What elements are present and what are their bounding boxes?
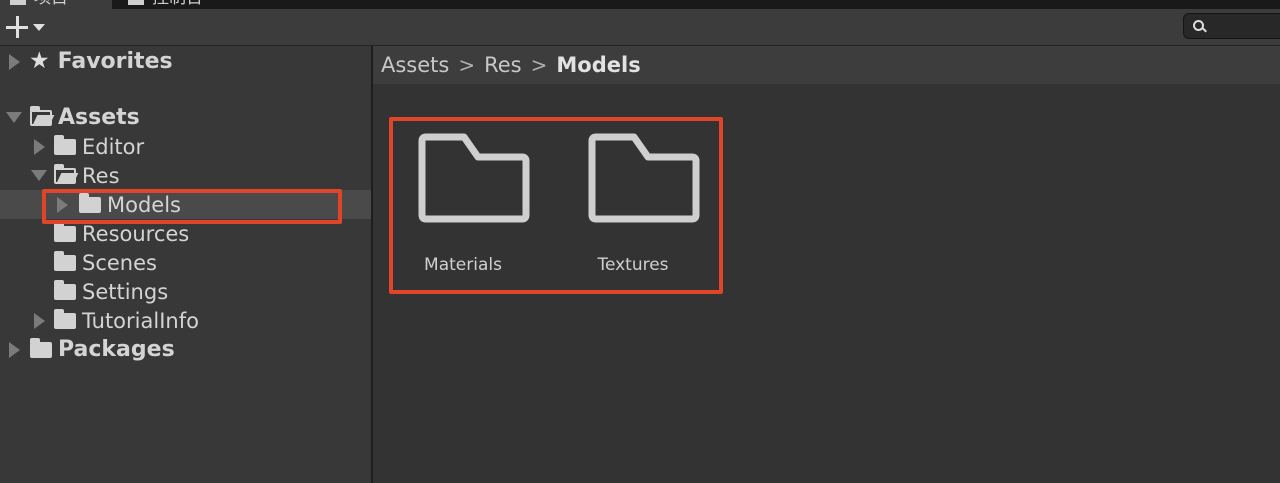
tree-item-editor[interactable]: Editor [0,132,371,161]
console-icon [128,0,144,5]
tree-item-tutorialinfo[interactable]: TutorialInfo [0,306,371,335]
tree-item-label: Packages [58,337,175,362]
tree-item-label: Scenes [82,250,157,275]
folder-icon [54,134,76,155]
folder-open-icon [30,105,52,126]
expand-arrow-icon[interactable] [30,311,48,331]
breadcrumb-separator: > [458,53,476,77]
caret-down-icon [33,23,45,31]
folder-open-icon [54,163,76,184]
search-box[interactable] [1183,13,1280,39]
tree-item-settings[interactable]: Settings [0,277,371,306]
asset-item-label: Materials [424,255,502,275]
collapse-arrow-icon[interactable] [5,108,23,128]
folder-icon [54,279,76,300]
tree-item-label: Res [82,163,120,188]
folder-tree: ★ Favorites Assets Editor Res Models Res… [0,46,371,483]
folder-icon [30,337,52,358]
add-asset-button[interactable] [6,15,54,39]
tree-item-label: Models [107,192,181,217]
project-icon [10,0,26,5]
folder-icon [588,133,700,223]
tree-item-label: Editor [82,134,145,159]
window-tab-strip: 项目 控制台 [0,0,1280,9]
tab-project-label: 项目 [34,0,68,9]
breadcrumb-separator: > [530,53,548,77]
tree-item-label: Favorites [57,49,173,74]
tree-item-scenes[interactable]: Scenes [0,248,371,277]
tree-item-assets[interactable]: Assets [0,103,371,132]
project-toolbar [0,9,1280,46]
search-input[interactable] [1212,16,1280,38]
folder-icon [54,308,76,329]
asset-item-materials[interactable]: Materials [388,131,538,281]
tree-item-packages[interactable]: Packages [0,335,371,364]
folder-icon [54,250,76,271]
collapse-arrow-icon[interactable] [30,166,48,186]
breadcrumb: Assets > Res > Models [373,46,1280,84]
folder-icon [54,221,76,242]
expand-arrow-icon[interactable] [5,340,23,360]
tree-item-label: Resources [82,221,190,246]
asset-item-label: Textures [597,255,669,275]
plus-icon [6,16,28,38]
folder-icon [79,192,101,213]
expand-arrow-icon[interactable] [30,137,48,157]
tab-project[interactable]: 项目 [0,0,112,9]
tree-item-res[interactable]: Res [0,161,371,190]
tree-item-resources[interactable]: Resources [0,219,371,248]
tab-console-label: 控制台 [152,0,203,9]
tab-console[interactable]: 控制台 [128,0,203,9]
asset-item-textures[interactable]: Textures [558,131,708,281]
search-icon [1193,20,1204,31]
tree-item-label: TutorialInfo [82,308,199,333]
breadcrumb-assets[interactable]: Assets [381,53,449,77]
tree-item-models[interactable]: Models [0,190,371,219]
expand-arrow-icon[interactable] [53,195,71,215]
breadcrumb-res[interactable]: Res [484,53,522,77]
breadcrumb-models[interactable]: Models [556,53,640,77]
expand-arrow-icon[interactable] [5,52,23,72]
tree-item-label: Assets [58,105,140,130]
tree-item-favorites[interactable]: ★ Favorites [0,47,371,76]
tree-item-label: Settings [82,279,169,304]
folder-icon [418,133,530,223]
star-icon: ★ [29,48,50,74]
